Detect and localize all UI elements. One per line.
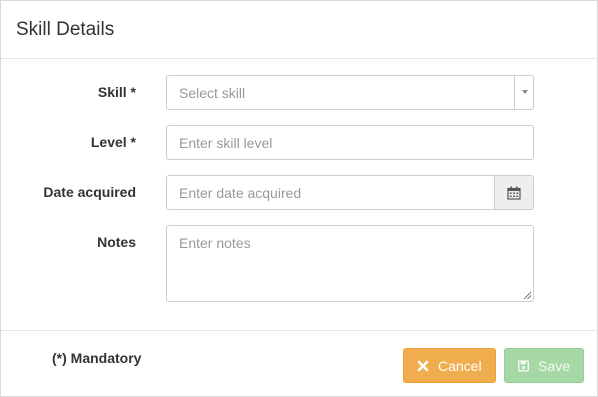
notes-row: Notes Enter notes bbox=[1, 225, 598, 302]
date-acquired-input[interactable]: Enter date acquired bbox=[166, 175, 534, 210]
mandatory-note: (*) Mandatory bbox=[52, 350, 142, 366]
level-label: Level * bbox=[90, 134, 136, 150]
skill-details-dialog: Skill Details Skill * Select skill Level… bbox=[0, 0, 598, 397]
level-row: Level * Enter skill level bbox=[1, 125, 598, 160]
date-acquired-placeholder: Enter date acquired bbox=[179, 185, 302, 201]
footer-divider bbox=[1, 330, 597, 331]
notes-label: Notes bbox=[97, 234, 136, 250]
date-acquired-label: Date acquired bbox=[43, 184, 136, 200]
notes-textarea[interactable]: Enter notes bbox=[166, 225, 534, 302]
notes-placeholder: Enter notes bbox=[179, 235, 251, 251]
save-button[interactable]: Save bbox=[504, 348, 584, 383]
level-input[interactable]: Enter skill level bbox=[166, 125, 534, 160]
save-button-label: Save bbox=[538, 357, 570, 374]
dialog-header: Skill Details bbox=[1, 1, 597, 59]
calendar-icon bbox=[507, 186, 521, 200]
dialog-title: Skill Details bbox=[16, 18, 115, 40]
skill-row: Skill * Select skill bbox=[1, 75, 598, 110]
cancel-button-label: Cancel bbox=[438, 357, 482, 374]
cancel-button[interactable]: Cancel bbox=[403, 348, 496, 383]
times-icon bbox=[417, 360, 429, 371]
skill-label: Skill * bbox=[97, 84, 136, 100]
skill-select-placeholder: Select skill bbox=[179, 85, 246, 101]
skill-select[interactable]: Select skill bbox=[166, 75, 534, 110]
chevron-down-icon bbox=[522, 90, 528, 94]
level-input-placeholder: Enter skill level bbox=[179, 135, 273, 151]
date-picker-button[interactable] bbox=[494, 176, 533, 209]
select-caret-area[interactable] bbox=[514, 76, 533, 109]
save-icon bbox=[518, 359, 530, 372]
resize-grip-icon[interactable] bbox=[523, 291, 531, 299]
date-acquired-row: Date acquired Enter date acquired bbox=[1, 175, 598, 210]
